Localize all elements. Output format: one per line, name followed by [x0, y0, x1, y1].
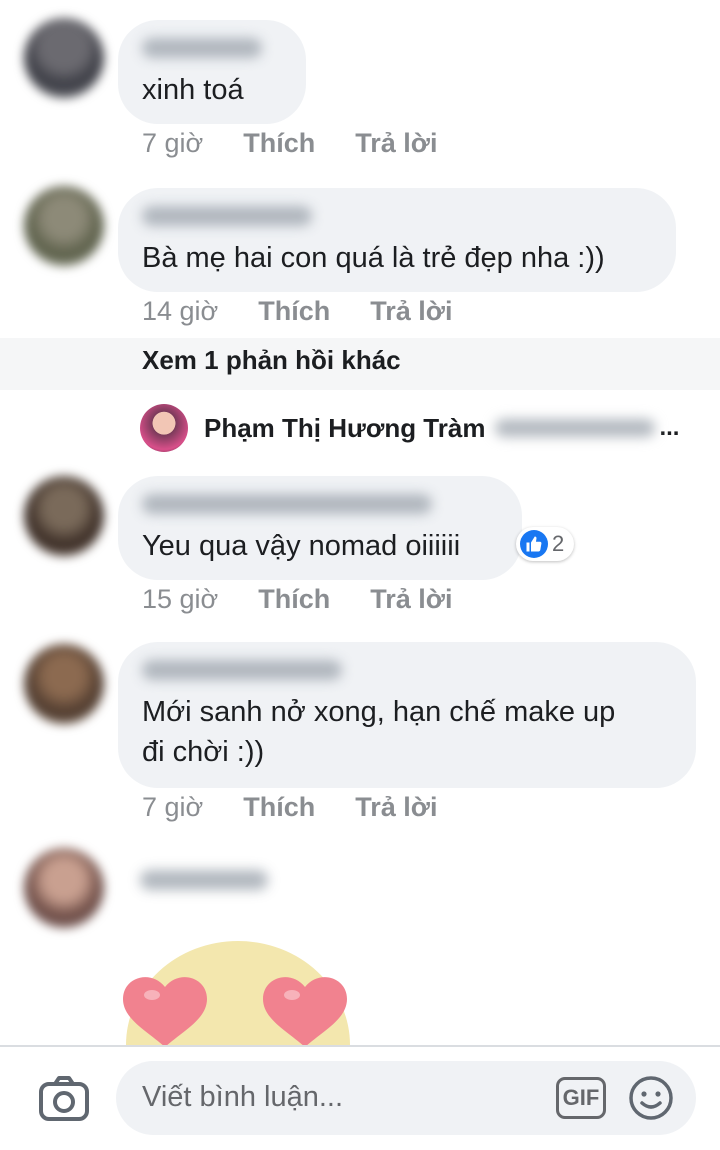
- comment-actions: 14 giờ Thích Trả lời: [142, 296, 453, 327]
- reply-button[interactable]: Trả lời: [355, 128, 437, 159]
- comment-bubble[interactable]: Yeu qua vậy nomad oiiiiii: [118, 476, 522, 580]
- reply-button[interactable]: Trả lời: [370, 584, 452, 615]
- comment-actions: 7 giờ Thích Trả lời: [142, 792, 437, 823]
- comment-text: Bà mẹ hai con quá là trẻ đẹp nha :)): [142, 242, 605, 274]
- comment-text: xinh toá: [142, 74, 244, 106]
- author-name-blurred: [140, 870, 268, 890]
- author-name-blurred: [142, 494, 432, 514]
- emoji-icon[interactable]: [628, 1075, 674, 1121]
- avatar[interactable]: [24, 644, 104, 724]
- view-more-replies-link[interactable]: Xem 1 phản hồi khác: [142, 345, 401, 376]
- heart-eyes-sticker[interactable]: [110, 935, 370, 1055]
- avatar[interactable]: [24, 186, 104, 266]
- like-icon: [520, 530, 548, 558]
- comment-bubble[interactable]: Bà mẹ hai con quá là trẻ đẹp nha :)): [118, 188, 676, 292]
- reply-avatar: [140, 404, 188, 452]
- comment-actions: 15 giờ Thích Trả lời: [142, 584, 453, 615]
- avatar[interactable]: [24, 476, 104, 556]
- reply-ellipsis: ...: [659, 414, 680, 441]
- comment-bubble[interactable]: Mới sanh nở xong, hạn chế make up đi chờ…: [118, 642, 696, 788]
- reply-button[interactable]: Trả lời: [355, 792, 437, 823]
- author-name-blurred: [142, 660, 342, 680]
- like-button[interactable]: Thích: [258, 584, 330, 615]
- reply-button[interactable]: Trả lời: [370, 296, 452, 327]
- comment-input[interactable]: Viết bình luận... GIF: [116, 1061, 696, 1135]
- comment-time: 15 giờ: [142, 584, 219, 614]
- comment-text: Mới sanh nở xong, hạn chế make up đi chờ…: [142, 696, 616, 768]
- like-button[interactable]: Thích: [258, 296, 330, 327]
- like-button[interactable]: Thích: [243, 128, 315, 159]
- author-name-blurred: [142, 206, 312, 226]
- reply-author-name: Phạm Thị Hương Tràm: [204, 412, 486, 443]
- comment-time: 7 giờ: [142, 128, 204, 158]
- comment-time: 14 giờ: [142, 296, 219, 326]
- like-button[interactable]: Thích: [243, 792, 315, 823]
- camera-icon[interactable]: [38, 1075, 90, 1123]
- reply-preview[interactable]: Phạm Thị Hương Tràm ...: [140, 403, 679, 453]
- gif-icon[interactable]: GIF: [556, 1077, 606, 1119]
- comment-bubble[interactable]: xinh toá: [118, 20, 306, 124]
- reaction-badge[interactable]: 2: [516, 527, 575, 561]
- reaction-count: 2: [552, 531, 565, 556]
- author-name-blurred: [142, 38, 262, 58]
- reply-text-blurred: [495, 419, 656, 437]
- comment-text: Yeu qua vậy nomad oiiiiii: [142, 530, 461, 562]
- comment-actions: 7 giờ Thích Trả lời: [142, 128, 437, 159]
- avatar[interactable]: [24, 18, 104, 98]
- comment-composer-bar: Viết bình luận... GIF: [0, 1045, 720, 1150]
- avatar[interactable]: [24, 848, 104, 928]
- comment-time: 7 giờ: [142, 792, 204, 822]
- comment-input-placeholder: Viết bình luận...: [142, 1081, 344, 1113]
